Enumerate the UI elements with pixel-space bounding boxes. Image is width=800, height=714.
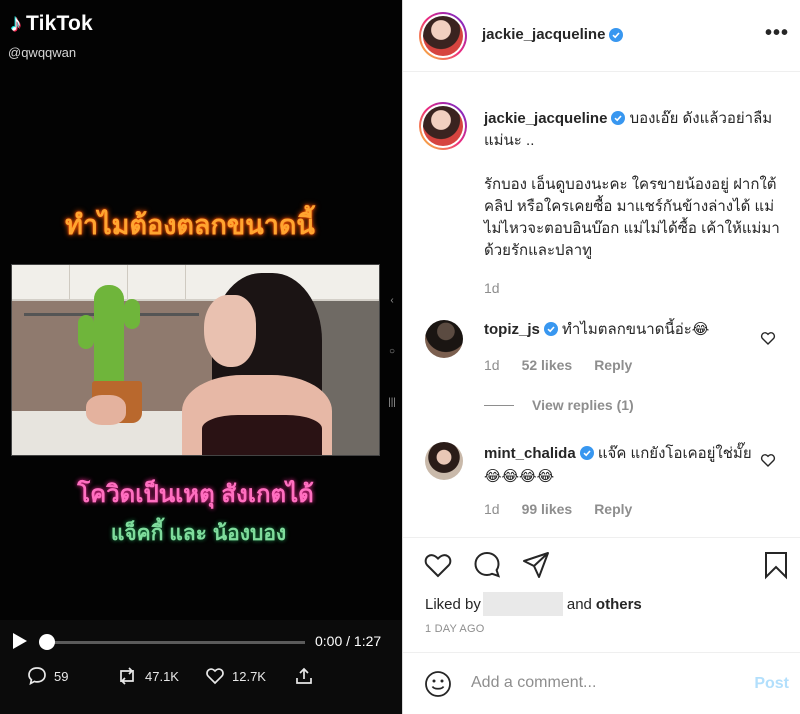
woman-face [204, 295, 256, 367]
caption-text: jackie_jacqueline บองเอ๊ย ดังแล้วอย่าลืม… [484, 108, 784, 299]
recent-apps-icon[interactable]: ||| [388, 397, 396, 408]
commenter-username[interactable]: mint_chalida [484, 445, 576, 462]
replies-divider [484, 404, 514, 406]
author-avatar[interactable] [419, 12, 467, 60]
chevron-left-icon[interactable]: ‹ [390, 295, 393, 306]
caption-avatar[interactable] [419, 102, 467, 150]
view-replies-label: View replies (1) [532, 397, 634, 413]
share-send-icon[interactable] [521, 550, 551, 580]
video-caption-bottom: แจ็คกี้ และ น้องบอง [110, 522, 287, 545]
like-comment-heart-icon[interactable] [760, 452, 776, 468]
tiktok-logo: ♪ TikTok [10, 12, 93, 36]
liked-by-prefix: Liked by [425, 595, 481, 613]
bookmark-icon[interactable] [761, 550, 791, 580]
liked-by-others[interactable]: others [596, 596, 642, 613]
heart-icon [206, 668, 224, 685]
comment-bubble-icon [28, 667, 46, 686]
post-comment-button[interactable]: Post [754, 675, 789, 693]
stat-likes[interactable]: 12.7K [205, 666, 266, 686]
tiktok-video-panel[interactable]: ♪ TikTok @qwqqwan ทำไมต้องตลกขนาดนี้ ‹ ○… [0, 0, 402, 714]
video-frame[interactable] [11, 264, 380, 456]
verified-badge-icon [611, 111, 626, 125]
video-player-bar: 0:00 / 1:27 59 47.1K 12.7K [0, 620, 402, 714]
caption-line2: รักบอง เอ็นดูบองนะคะ ใครขายน้องอยู่ ฝากใ… [484, 176, 780, 259]
post-date[interactable]: 1 DAY AGO [425, 623, 484, 635]
hand [86, 395, 126, 425]
home-circle-icon[interactable]: ○ [389, 346, 395, 357]
tiktok-brand: TikTok [26, 12, 93, 35]
add-comment-bar: Post [403, 652, 800, 714]
progress-track[interactable] [47, 641, 305, 644]
stat-reposts[interactable]: 47.1K [116, 666, 179, 686]
dancing-cactus-toy [94, 285, 124, 385]
header-username[interactable]: jackie_jacqueline [482, 26, 605, 43]
comment-likes[interactable]: 99 likes [522, 501, 573, 517]
share-button[interactable] [294, 666, 314, 686]
comment-input[interactable] [471, 671, 731, 695]
comment-age: 1d [484, 357, 500, 373]
commenter-avatar[interactable] [425, 442, 463, 480]
video-time: 0:00 / 1:27 [315, 633, 382, 649]
liked-by: Liked by and others [425, 592, 642, 616]
verified-badge-icon [543, 322, 558, 336]
progress-knob[interactable] [39, 634, 55, 650]
reply-button[interactable]: Reply [594, 357, 632, 373]
comment-body: ทำไมตลกขนาดนี้อ่ะ😂 [562, 321, 710, 338]
repost-icon [120, 667, 134, 685]
instagram-post-panel: jackie_jacqueline ••• jackie_jacqueline … [402, 0, 800, 714]
likes-count: 12.7K [232, 668, 266, 684]
header-username-row: jackie_jacqueline [482, 26, 624, 43]
caption-username[interactable]: jackie_jacqueline [484, 110, 607, 127]
comment-age: 1d [484, 501, 500, 517]
tiktok-handle: @qwqqwan [8, 45, 77, 60]
play-icon[interactable] [12, 632, 28, 650]
kitchen-cabinet [12, 265, 379, 301]
stat-comments[interactable]: 59 [27, 666, 68, 686]
verified-badge-icon [579, 446, 594, 460]
view-replies-button[interactable]: View replies (1) [484, 397, 634, 413]
comment-text: topiz_js ทำไมตลกขนาดนี้อ่ะ😂 [484, 318, 764, 341]
like-heart-icon[interactable] [423, 550, 453, 580]
more-options-icon[interactable]: ••• [765, 22, 789, 45]
reply-button[interactable]: Reply [594, 501, 632, 517]
cactus-arm [78, 315, 94, 349]
post-header: jackie_jacqueline ••• [403, 0, 800, 72]
side-controls: ‹ ○ ||| [385, 295, 399, 408]
comment-likes[interactable]: 52 likes [522, 357, 573, 373]
comment-meta: 1d 52 likes Reply [484, 357, 632, 373]
like-comment-heart-icon[interactable] [760, 330, 776, 346]
comments-count: 59 [54, 668, 69, 684]
redacted-username [482, 592, 563, 616]
liked-by-suffix: and [566, 595, 592, 613]
woman-top [202, 415, 322, 455]
reposts-count: 47.1K [145, 668, 179, 684]
video-caption-middle: โควิดเป็นเหตุ สังเกตได้ [77, 481, 314, 508]
cactus-arm [124, 299, 140, 329]
comment-meta: 1d 99 likes Reply [484, 501, 632, 517]
comment-icon[interactable] [472, 550, 502, 580]
caption-age: 1d [484, 280, 500, 296]
commenter-avatar[interactable] [425, 320, 463, 358]
comment-text: mint_chalida แจ๊ค แกยังโอเคอยู่ใช่มั๊ย😂😂… [484, 442, 754, 488]
video-caption-top: ทำไมต้องตลกขนาดนี้ [65, 210, 315, 240]
verified-badge-icon [609, 27, 624, 42]
tiktok-note-icon: ♪ [10, 10, 22, 37]
emoji-smiley-icon[interactable] [424, 670, 452, 698]
share-upload-icon [296, 667, 312, 684]
actions-divider [403, 537, 800, 538]
commenter-username[interactable]: topiz_js [484, 321, 540, 338]
video-stats: 59 47.1K 12.7K [0, 666, 402, 696]
